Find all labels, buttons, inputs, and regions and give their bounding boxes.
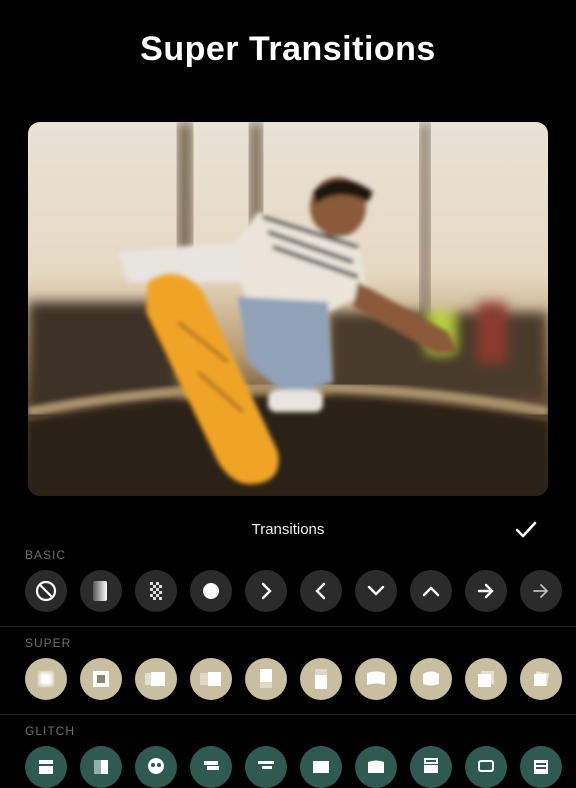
transition-chevron-left[interactable] [300,570,342,612]
zoom-frame-icon [93,671,109,687]
glitch-monitor-icon [478,760,494,772]
transition-chevron-down[interactable] [355,570,397,612]
chevron-down-icon [367,585,385,596]
glitch-wave-icon [368,760,384,773]
chevron-up-icon [422,586,440,597]
transition-glitch-scan[interactable] [520,746,562,788]
transition-motion-blur[interactable] [190,658,232,700]
chevron-left-icon [315,582,326,600]
push-up-icon [260,669,272,688]
transition-push-up[interactable] [245,658,287,700]
section-label-glitch: GLITCH [25,724,76,738]
checkmark-icon [515,521,537,538]
transition-chevron-up[interactable] [410,570,452,612]
glitch-scan-icon [534,760,548,774]
circle-icon [203,583,219,599]
warp-icon [367,671,385,685]
section-divider [0,714,576,715]
page-title: Super Transitions [140,30,436,68]
dissolve-icon [150,582,162,600]
transition-warp[interactable] [355,658,397,700]
transition-chevron-right[interactable] [245,570,287,612]
transition-glitch-wave[interactable] [355,746,397,788]
super-transitions-row [25,658,562,700]
glitch-split-icon [94,760,108,774]
panel-title: Transitions [251,521,325,538]
transition-dissolve[interactable] [135,570,177,612]
transition-glitch-split[interactable] [80,746,122,788]
glitch-film-icon [39,760,53,774]
arrow-right-thin-icon [533,584,549,598]
transition-glitch-slice[interactable] [245,746,287,788]
glitch-slice-icon [258,761,274,769]
motion-blur-icon [200,672,221,686]
none-icon [35,580,57,602]
transition-spin[interactable] [465,658,507,700]
rotate-icon [534,671,550,687]
chevron-right-icon [261,582,272,600]
transition-slide-blur[interactable] [135,658,177,700]
transition-glitch-stretch[interactable] [300,746,342,788]
transition-arrow-right-thin[interactable] [520,570,562,612]
fade-icon [93,581,107,601]
done-button[interactable] [512,516,540,544]
transition-glitch-film[interactable] [25,746,67,788]
transition-glitch-monitor[interactable] [465,746,507,788]
glitch-shift-icon [204,761,219,770]
transition-none[interactable] [25,570,67,612]
glitch-transitions-row [25,746,562,788]
transition-arrow-right[interactable] [465,570,507,612]
basic-transitions-row [25,570,562,612]
spin-icon [478,671,494,687]
push-down-icon [315,669,327,689]
bend-icon [423,671,439,686]
transition-push-down[interactable] [300,658,342,700]
arrow-right-icon [477,583,494,599]
glitch-skull-icon [148,758,164,774]
section-label-super: SUPER [25,636,72,650]
transition-bend[interactable] [410,658,452,700]
transition-fade[interactable] [80,570,122,612]
transition-rotate[interactable] [520,658,562,700]
transition-zoom-frame[interactable] [80,658,122,700]
transition-glitch-shift[interactable] [190,746,232,788]
skateboarder-photo [28,122,548,496]
transition-circle[interactable] [190,570,232,612]
video-preview[interactable] [28,122,548,496]
transition-zoom-blur[interactable] [25,658,67,700]
transition-glitch-skull[interactable] [135,746,177,788]
glitch-tv-icon [424,758,438,773]
zoom-blur-icon [39,672,53,686]
section-label-basic: BASIC [25,548,67,562]
transition-glitch-tv[interactable] [410,746,452,788]
slide-blur-icon [145,672,165,686]
glitch-stretch-icon [313,761,329,773]
section-divider [0,626,576,627]
